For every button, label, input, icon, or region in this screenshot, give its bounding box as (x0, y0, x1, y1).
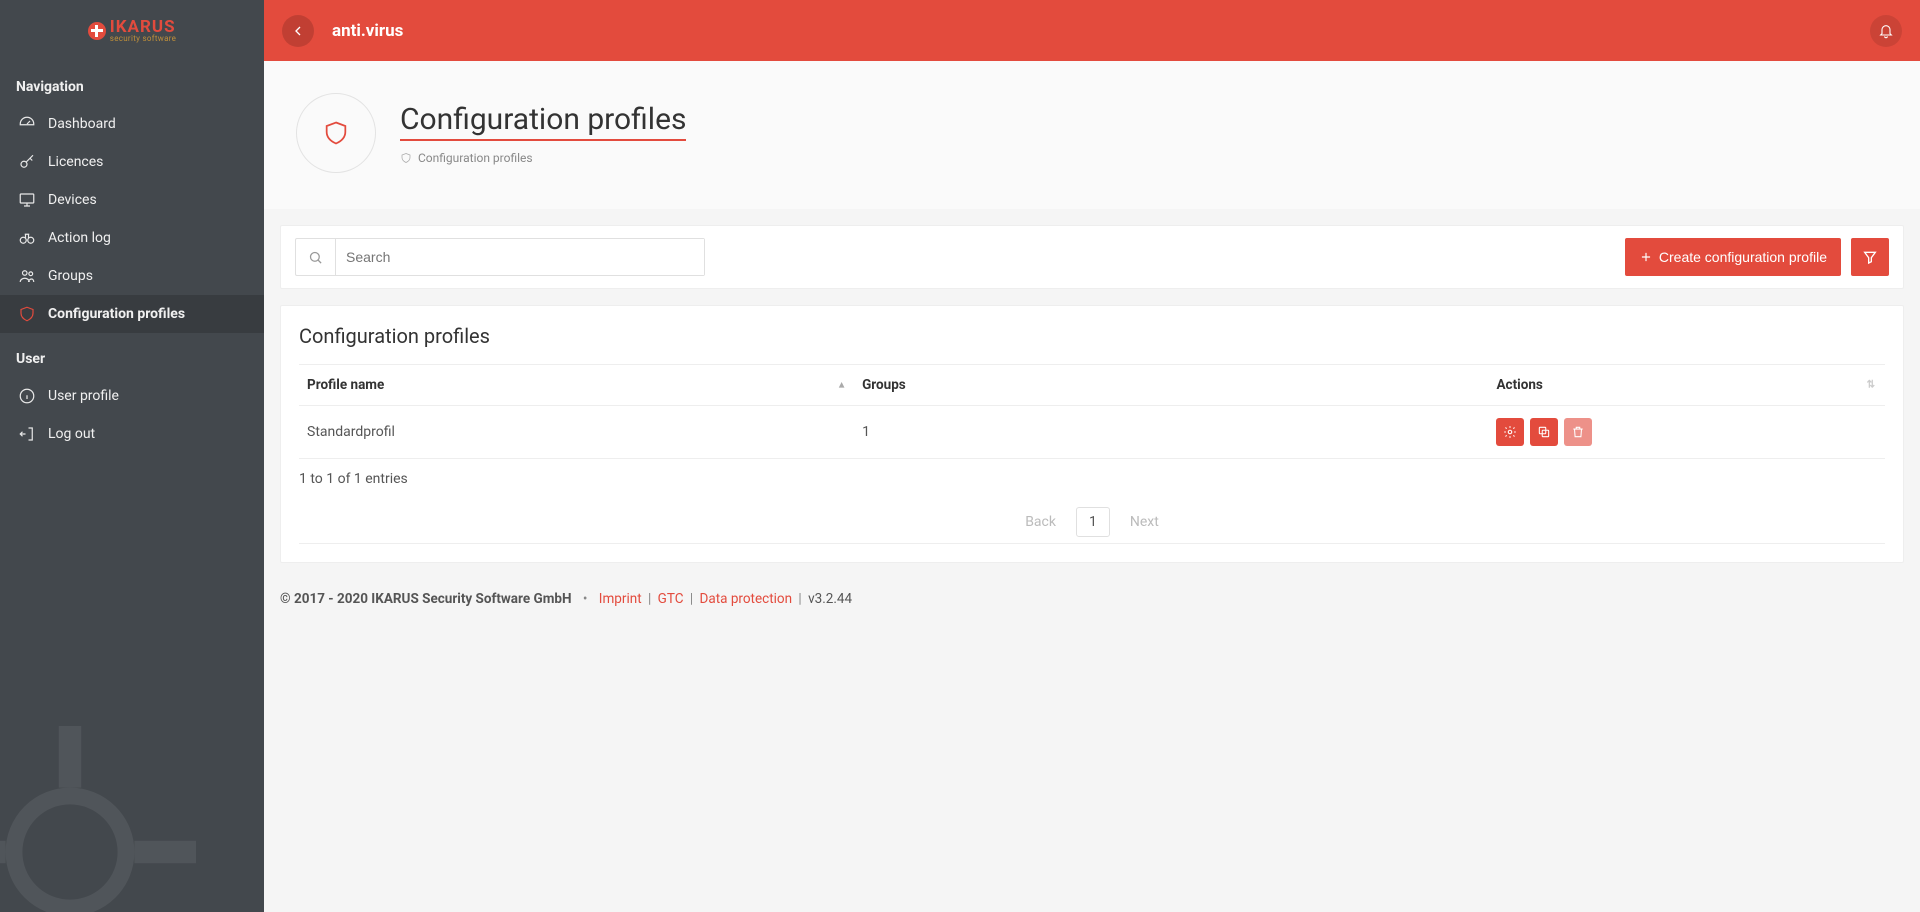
search-icon-box (296, 239, 336, 275)
copyright: © 2017 - 2020 IKARUS Security Software G… (280, 591, 572, 607)
logo-cross-icon (88, 22, 106, 40)
version: v3.2.44 (808, 591, 852, 607)
pager-prev: Back (1025, 514, 1056, 530)
table-section-title: Configuration profiles (299, 324, 1885, 348)
back-button[interactable] (282, 15, 314, 47)
sidebar: IKARUS security software Navigation Dash… (0, 0, 264, 912)
header-card: Configuration profiles Configuration pro… (264, 61, 1920, 209)
users-icon (18, 267, 36, 285)
create-profile-button[interactable]: Create configuration profile (1625, 238, 1841, 276)
link-gtc[interactable]: GTC (658, 591, 684, 607)
shield-icon (18, 305, 36, 323)
table-panel: Configuration profiles Profile name ▴ Gr… (280, 305, 1904, 563)
section-title: Configuration profiles (400, 102, 686, 141)
brand-logo: IKARUS security software (88, 19, 176, 43)
sidebar-item-label: Dashboard (48, 116, 116, 132)
sidebar-item-configuration-profiles[interactable]: Configuration profiles (0, 295, 264, 333)
col-groups[interactable]: Groups (854, 365, 1488, 406)
monitor-icon (18, 191, 36, 209)
search-group (295, 238, 705, 276)
delete-button (1564, 418, 1592, 446)
notifications-button[interactable] (1870, 15, 1902, 47)
filter-icon (1862, 249, 1878, 265)
profiles-table: Profile name ▴ Groups Actions ⇅ Standard… (299, 364, 1885, 459)
toolbar: Create configuration profile (280, 225, 1904, 289)
sidebar-item-label: Licences (48, 154, 103, 170)
pager-next: Next (1130, 514, 1159, 530)
chevron-left-icon (290, 23, 306, 39)
header-icon (296, 93, 376, 173)
sidebar-item-label: Configuration profiles (48, 306, 185, 322)
footer: © 2017 - 2020 IKARUS Security Software G… (264, 563, 1920, 635)
breadcrumb-label: Configuration profiles (418, 151, 533, 165)
gear-icon (1503, 425, 1517, 439)
link-imprint[interactable]: Imprint (599, 591, 642, 607)
search-icon (308, 250, 323, 265)
logo-area: IKARUS security software (0, 0, 264, 61)
sidebar-item-user-profile[interactable]: User profile (0, 377, 264, 415)
sidebar-item-label: Devices (48, 192, 97, 208)
pager-page-1[interactable]: 1 (1076, 507, 1110, 537)
page-title: anti.virus (332, 21, 403, 41)
row-actions (1496, 418, 1877, 446)
col-actions: Actions ⇅ (1488, 365, 1885, 406)
cell-profile-name: Standardprofil (299, 406, 854, 459)
table-info: 1 to 1 of 1 entries (299, 459, 1885, 493)
shield-icon (322, 119, 350, 147)
pager: Back 1 Next (299, 493, 1885, 544)
col-profile-name[interactable]: Profile name ▴ (299, 365, 854, 406)
key-icon (18, 153, 36, 171)
watermark-icon (0, 712, 210, 912)
sidebar-item-dashboard[interactable]: Dashboard (0, 105, 264, 143)
sidebar-item-devices[interactable]: Devices (0, 181, 264, 219)
nav-heading: Navigation (0, 61, 264, 105)
shield-icon (400, 152, 412, 164)
trash-icon (1571, 425, 1585, 439)
topbar: anti.virus (264, 0, 1920, 61)
sidebar-item-licences[interactable]: Licences (0, 143, 264, 181)
plus-icon (1639, 250, 1653, 264)
info-icon (18, 387, 36, 405)
sidebar-item-label: Groups (48, 268, 93, 284)
exit-icon (18, 425, 36, 443)
sidebar-item-logout[interactable]: Log out (0, 415, 264, 453)
sidebar-item-groups[interactable]: Groups (0, 257, 264, 295)
create-button-label: Create configuration profile (1659, 249, 1827, 265)
sidebar-item-action-log[interactable]: Action log (0, 219, 264, 257)
filter-button[interactable] (1851, 238, 1889, 276)
breadcrumb: Configuration profiles (400, 151, 686, 165)
user-heading: User (0, 333, 264, 377)
sidebar-item-label: Action log (48, 230, 111, 246)
sidebar-item-label: Log out (48, 426, 95, 442)
gauge-icon (18, 115, 36, 133)
cell-groups: 1 (854, 406, 1488, 459)
table-row: Standardprofil 1 (299, 406, 1885, 459)
copy-icon (1537, 425, 1551, 439)
search-input[interactable] (336, 239, 704, 275)
brand-sub: security software (110, 34, 176, 43)
brand-name: IKARUS (110, 19, 176, 36)
link-data-protection[interactable]: Data protection (700, 591, 793, 607)
main-area: anti.virus Configuration profiles Config… (264, 0, 1920, 912)
sort-icon: ⇅ (1867, 380, 1875, 391)
copy-button[interactable] (1530, 418, 1558, 446)
sidebar-item-label: User profile (48, 388, 119, 404)
bell-icon (1878, 23, 1894, 39)
edit-button[interactable] (1496, 418, 1524, 446)
sort-asc-icon: ▴ (839, 380, 844, 391)
binoculars-icon (18, 229, 36, 247)
